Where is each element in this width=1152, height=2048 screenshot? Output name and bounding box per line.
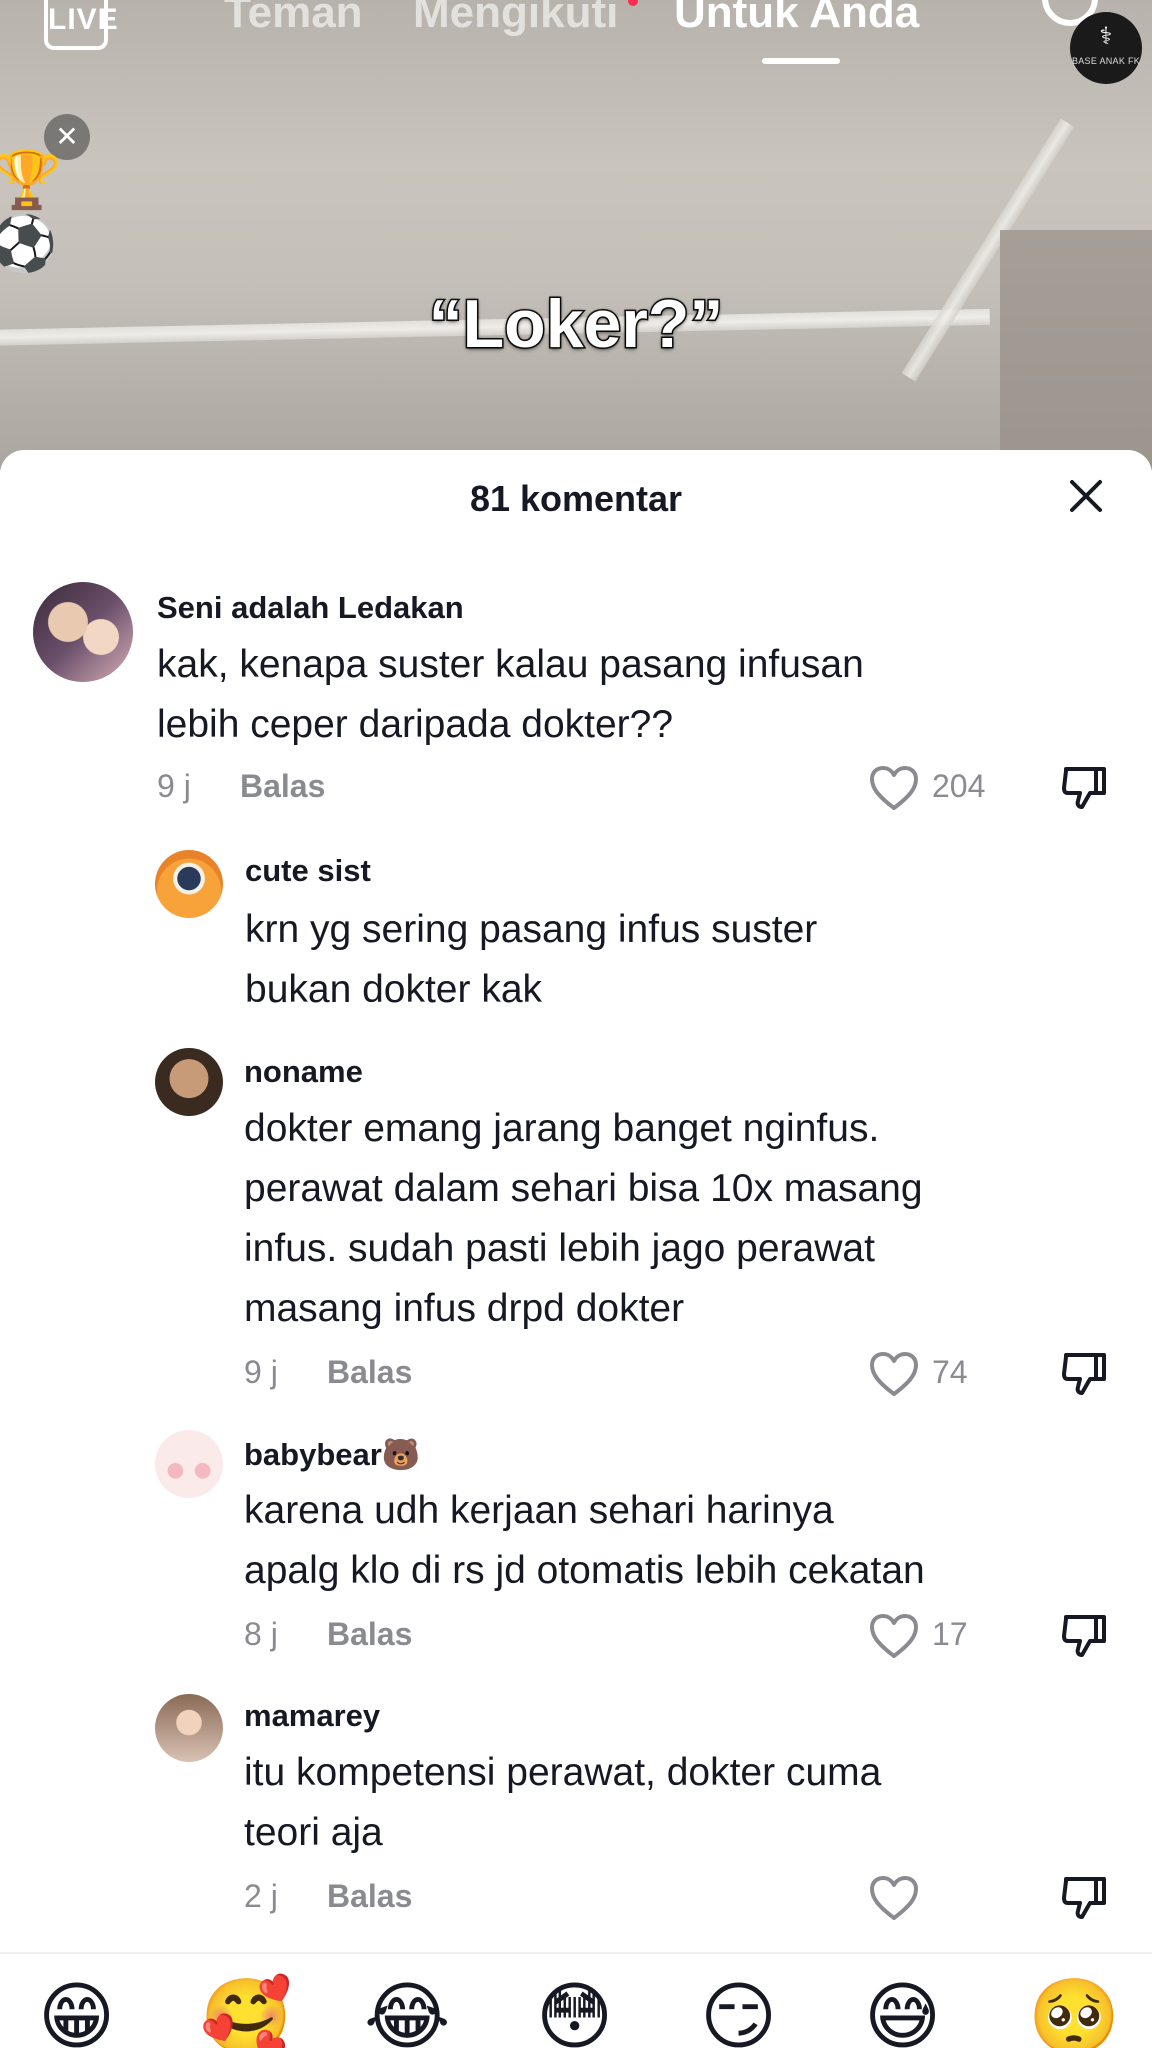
- comment-line: karena udh kerjaan sehari harinya: [244, 1489, 834, 1532]
- comment-text: dokter emang jarang banget nginfus. pera…: [244, 1099, 923, 1339]
- emoji-grin-button[interactable]: 😁: [38, 1972, 115, 2048]
- heart-icon[interactable]: [868, 1874, 920, 1922]
- divider: [0, 1952, 1152, 1954]
- dislike-icon[interactable]: [1060, 1873, 1110, 1923]
- avatar[interactable]: [155, 1694, 223, 1762]
- heart-icon[interactable]: [868, 764, 920, 812]
- comment-line: teori aja: [244, 1811, 383, 1854]
- tab-mengikuti[interactable]: Mengikuti: [413, 0, 618, 38]
- avatar[interactable]: [155, 850, 223, 918]
- comment-time: 9 j: [157, 768, 191, 804]
- video-caption: “Loker?”: [427, 285, 725, 364]
- reply-button[interactable]: Balas: [327, 1616, 412, 1653]
- top-navigation: LIVE Teman Mengikuti Untuk Anda ⚕ BASE A…: [0, 0, 1152, 84]
- close-icon[interactable]: [1062, 472, 1110, 520]
- comment-line: infus. sudah pasti lebih jago perawat: [244, 1227, 875, 1270]
- reply-button[interactable]: Balas: [327, 1354, 412, 1391]
- dislike-icon[interactable]: [1060, 763, 1110, 813]
- reply-button[interactable]: Balas: [240, 768, 325, 805]
- emoji-bar: 😁 🥰 😂 😳 😏 😅 🥺: [0, 1972, 1152, 2048]
- avatar[interactable]: [155, 1430, 223, 1498]
- heart-icon[interactable]: [868, 1350, 920, 1398]
- comment-time: 8 j: [244, 1616, 278, 1652]
- reply-button[interactable]: Balas: [327, 1878, 412, 1915]
- active-tab-indicator: [762, 58, 840, 64]
- emoji-laugh-button[interactable]: 😂: [364, 1972, 450, 2048]
- comment-username[interactable]: cute sist: [245, 853, 371, 889]
- live-button[interactable]: LIVE: [44, 0, 118, 50]
- soccer-ball-icon[interactable]: ⚽: [0, 214, 57, 274]
- comment-username[interactable]: babybear🐻: [244, 1436, 420, 1473]
- trophy-icon[interactable]: 🏆: [0, 150, 62, 210]
- tab-teman[interactable]: Teman: [224, 0, 363, 38]
- video-player[interactable]: LIVE Teman Mengikuti Untuk Anda ⚕ BASE A…: [0, 0, 1152, 470]
- comment-line: perawat dalam sehari bisa 10x masang: [244, 1167, 923, 1210]
- emoji-hearts-button[interactable]: 🥰: [200, 1972, 292, 2048]
- emoji-pleading-button[interactable]: 🥺: [1028, 1972, 1120, 2048]
- watermark-text: BASE ANAK FK: [1071, 56, 1141, 66]
- tab-untuk-anda[interactable]: Untuk Anda: [674, 0, 919, 38]
- comment-line: kak, kenapa suster kalau pasang infusan: [157, 643, 864, 686]
- comment-text: krn yg sering pasang infus suster bukan …: [245, 900, 817, 1020]
- comment-time: 9 j: [244, 1354, 278, 1390]
- watermark-logo: ⚕ BASE ANAK FK: [1070, 12, 1142, 84]
- emoji-flushed-button[interactable]: 😳: [536, 1972, 613, 2048]
- emoji-sweat-smile-button[interactable]: 😅: [864, 1972, 941, 2048]
- comment-line: lebih ceper daripada dokter??: [157, 703, 674, 746]
- comment-line: apalg klo di rs jd otomatis lebih cekata…: [244, 1549, 925, 1592]
- tiktok-comments-screen: LIVE Teman Mengikuti Untuk Anda ⚕ BASE A…: [0, 0, 1152, 2048]
- notification-dot: [628, 0, 638, 6]
- comment-line: krn yg sering pasang infus suster: [245, 908, 818, 951]
- avatar[interactable]: [33, 582, 133, 682]
- emoji-smirk-button[interactable]: 😏: [700, 1972, 777, 2048]
- comment-username[interactable]: mamarey: [244, 1698, 380, 1734]
- heart-icon[interactable]: [868, 1612, 920, 1660]
- like-count: 204: [932, 768, 986, 804]
- comment-username[interactable]: Seni adalah Ledakan: [157, 590, 464, 626]
- comments-count-title: 81 komentar: [469, 478, 683, 519]
- comment-line: itu kompetensi perawat, dokter cuma: [244, 1751, 882, 1794]
- comment-text: itu kompetensi perawat, dokter cuma teor…: [244, 1743, 881, 1863]
- caduceus-icon: ⚕: [1099, 23, 1113, 50]
- dislike-icon[interactable]: [1060, 1611, 1110, 1661]
- comment-line: masang infus drpd dokter: [244, 1287, 685, 1330]
- comment-line: dokter emang jarang banget nginfus.: [244, 1107, 880, 1150]
- avatar[interactable]: [155, 1048, 223, 1116]
- comment-time: 2 j: [244, 1878, 278, 1914]
- like-count: 17: [932, 1616, 968, 1652]
- comment-username[interactable]: noname: [244, 1054, 363, 1090]
- dislike-icon[interactable]: [1060, 1349, 1110, 1399]
- like-count: 74: [932, 1354, 968, 1390]
- comment-text: karena udh kerjaan sehari harinya apalg …: [244, 1481, 925, 1601]
- comment-line: bukan dokter kak: [245, 968, 543, 1011]
- comment-text: kak, kenapa suster kalau pasang infusan …: [157, 635, 864, 755]
